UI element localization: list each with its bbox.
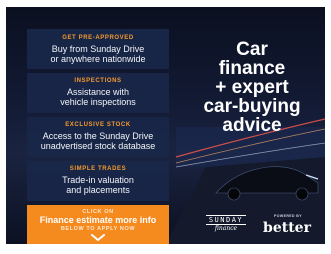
better-logo: better xyxy=(263,220,311,236)
panel-line: Assistance with xyxy=(66,87,130,97)
panel-line: and placements xyxy=(66,185,130,195)
panel-exclusive-stock: EXCLUSIVE STOCK Access to the Sunday Dri… xyxy=(27,117,169,157)
finance-ad-banner[interactable]: GET PRE-APPROVED Buy from Sunday Drive o… xyxy=(0,0,331,254)
panel-kicker: EXCLUSIVE STOCK xyxy=(65,122,131,128)
cta-bottom-text: BELOW TO APPLY NOW xyxy=(60,226,136,232)
panel-line: unadvertised stock database xyxy=(40,141,156,151)
headline: Car finance + expert car-buying advice xyxy=(196,40,308,135)
headline-line: advice xyxy=(222,115,282,136)
cta-main-text: Finance estimate more info xyxy=(39,215,157,225)
panel-kicker: GET PRE-APPROVED xyxy=(62,35,134,41)
panel-kicker: INSPECTIONS xyxy=(74,78,122,84)
headline-line: Car xyxy=(236,39,268,60)
finance-estimate-cta-button[interactable]: CLICK ON Finance estimate more info BELO… xyxy=(27,205,169,244)
powered-by-label: POWERED BY xyxy=(274,214,302,218)
headline-line: finance xyxy=(218,58,286,79)
panel-line: Buy from Sunday Drive xyxy=(51,44,145,54)
panel-kicker: SIMPLE TRADES xyxy=(69,166,127,172)
headline-line: + expert xyxy=(215,77,289,98)
panel-line: vehicle inspections xyxy=(60,97,136,107)
sunday-logo-word: SUNDAY xyxy=(206,215,246,225)
panel-line: Access to the Sunday Drive xyxy=(42,131,154,141)
panel-pre-approved: GET PRE-APPROVED Buy from Sunday Drive o… xyxy=(27,29,169,69)
headline-line: car-buying xyxy=(203,96,301,117)
panel-simple-trades: SIMPLE TRADES Trade-in valuation and pla… xyxy=(27,161,169,201)
chevron-down-icon xyxy=(91,234,105,242)
sunday-finance-logo: SUNDAY finance xyxy=(206,215,246,237)
sunday-logo-script: finance xyxy=(214,225,238,232)
panel-inspections: INSPECTIONS Assistance with vehicle insp… xyxy=(27,73,169,113)
panel-line: or anywhere nationwide xyxy=(50,54,146,64)
panel-line: Trade-in valuation xyxy=(62,175,134,185)
